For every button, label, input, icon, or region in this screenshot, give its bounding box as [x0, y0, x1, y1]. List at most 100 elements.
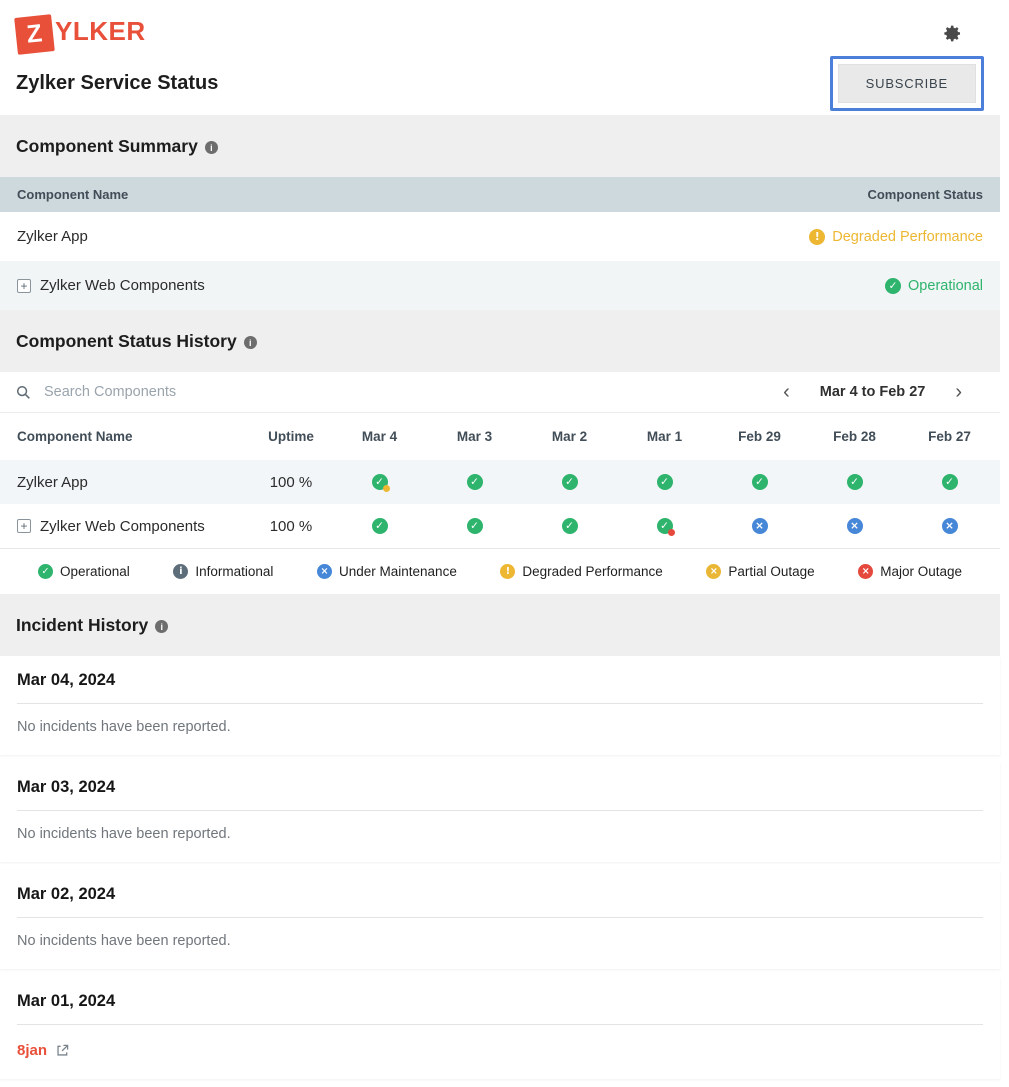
day-status-cell[interactable]: ×: [807, 518, 902, 534]
status-legend: ✓ Operational iInformational × Under Mainten…: [0, 548, 1000, 594]
operational-status-icon: ✓: [885, 278, 901, 294]
legend-label: Under Maintenance: [339, 564, 457, 579]
summary-table-header: Component Name Component Status: [0, 177, 1000, 212]
operational-status-icon: ✓: [38, 564, 53, 579]
incident-day-card: Mar 03, 2024No incidents have been repor…: [0, 763, 1000, 862]
incident-history-title: Incident History: [16, 615, 148, 636]
history-row: Zylker App100 %✓✓✓✓✓✓✓: [0, 460, 1000, 504]
day-status-cell[interactable]: ✓: [522, 518, 617, 534]
legend-label: Major Outage: [880, 564, 962, 579]
legend-label: Partial Outage: [728, 564, 814, 579]
day-status-cell[interactable]: ✓: [427, 518, 522, 534]
maintenance-status-icon: ×: [942, 518, 958, 534]
summary-row: + Zylker Web Components ✓ Operational: [0, 261, 1000, 310]
operational-status-icon: ✓: [467, 474, 483, 490]
zylker-logo: Z YLKER: [16, 12, 146, 56]
no-incident-text: No incidents have been reported.: [17, 826, 983, 842]
day-status-cell[interactable]: ✓: [427, 474, 522, 490]
operational-status-icon: ✓: [372, 518, 388, 534]
subscribe-focus-ring: SUBSCRIBE: [830, 56, 984, 111]
legend-item: ✓ Operational: [38, 564, 130, 579]
history-col-day: Mar 2: [522, 429, 617, 444]
maintenance-status-icon: ×: [847, 518, 863, 534]
component-name: Zylker Web Components: [40, 518, 205, 535]
component-name: Zylker Web Components: [40, 277, 205, 294]
info-icon[interactable]: i: [244, 336, 257, 349]
maintenance-status-icon: ×: [317, 564, 332, 579]
incident-date: Mar 02, 2024: [17, 885, 983, 917]
day-status-cell[interactable]: ×: [902, 518, 997, 534]
expand-icon[interactable]: +: [17, 519, 31, 533]
operational-status-icon: ✓: [562, 518, 578, 534]
day-status-cell[interactable]: ✓: [807, 474, 902, 490]
expand-icon[interactable]: +: [17, 279, 31, 293]
degraded-status-icon: !: [500, 564, 515, 579]
operational-status-icon: ✓: [752, 474, 768, 490]
no-incident-text: No incidents have been reported.: [17, 719, 983, 735]
history-col-day: Mar 1: [617, 429, 712, 444]
major-status-icon: ×: [858, 564, 873, 579]
incident-date: Mar 04, 2024: [17, 671, 983, 703]
subscribe-button[interactable]: SUBSCRIBE: [838, 64, 976, 103]
operational-status-icon: ✓: [562, 474, 578, 490]
uptime-value: 100 %: [250, 474, 332, 491]
operational-status-icon: ✓: [467, 518, 483, 534]
info-icon[interactable]: i: [155, 620, 168, 633]
legend-item: × Partial Outage: [706, 564, 814, 579]
logo-text: YLKER: [55, 16, 146, 47]
component-summary-header: Component Summary i: [0, 115, 1000, 177]
status-page: Z YLKER Zylker Service Status SUBSCRIBE …: [0, 0, 1000, 1079]
major-dot-icon: [668, 529, 675, 536]
summary-row: Zylker App! Degraded Performance: [0, 212, 1000, 261]
history-col-day: Feb 27: [902, 429, 997, 444]
day-status-cell[interactable]: ✓: [522, 474, 617, 490]
summary-table-body: Zylker App! Degraded Performance + Zylker W…: [0, 212, 1000, 310]
day-status-cell[interactable]: ✓: [332, 474, 427, 490]
history-table-header: Component Name Uptime Mar 4Mar 3Mar 2Mar…: [0, 413, 1000, 460]
date-navigator: ‹ Mar 4 to Feb 27 ›: [779, 382, 1000, 402]
legend-item: iInformational: [173, 564, 273, 579]
uptime-value: 100 %: [250, 518, 332, 535]
settings-gear-icon[interactable]: [943, 24, 962, 43]
summary-col-status: Component Status: [867, 187, 983, 202]
day-status-cell[interactable]: ✓: [332, 518, 427, 534]
next-date-chevron-icon[interactable]: ›: [951, 382, 966, 402]
day-status-cell[interactable]: ✓: [617, 518, 712, 534]
partial-status-icon: ×: [706, 564, 721, 579]
summary-col-name: Component Name: [17, 187, 128, 202]
history-col-day: Mar 3: [427, 429, 522, 444]
legend-item: ! Degraded Performance: [500, 564, 662, 579]
history-table: Component Name Uptime Mar 4Mar 3Mar 2Mar…: [0, 413, 1000, 548]
component-status-label: Degraded Performance: [832, 229, 983, 245]
component-name: Zylker App: [17, 474, 88, 491]
logo-tile: Z: [14, 14, 55, 55]
search-input[interactable]: [44, 384, 779, 400]
day-status-cell[interactable]: ✓: [712, 474, 807, 490]
degraded-status-icon: !: [809, 229, 825, 245]
operational-status-icon: ✓: [847, 474, 863, 490]
history-col-day: Feb 29: [712, 429, 807, 444]
prev-date-chevron-icon[interactable]: ‹: [779, 382, 794, 402]
status-history-card: ‹ Mar 4 to Feb 27 › Component Name Uptim…: [0, 372, 1000, 594]
incident-day-card: Mar 04, 2024 No incidents have been repor…: [0, 656, 1000, 755]
component-name: Zylker App: [17, 228, 88, 245]
no-incident-text: No incidents have been reported.: [17, 933, 983, 949]
legend-item: × Under Maintenance: [317, 564, 457, 579]
day-status-cell[interactable]: ✓: [617, 474, 712, 490]
incident-link[interactable]: 8jan: [17, 1042, 47, 1059]
history-row: +Zylker Web Components100 %✓✓✓✓×××: [0, 504, 1000, 548]
degraded-dot-icon: [383, 485, 390, 492]
component-summary-title: Component Summary: [16, 136, 198, 157]
legend-item: × Major Outage: [858, 564, 962, 579]
component-status-label: Operational: [908, 278, 983, 294]
legend-label: Operational: [60, 564, 130, 579]
day-status-cell[interactable]: ×: [712, 518, 807, 534]
history-col-uptime: Uptime: [250, 429, 332, 444]
legend-label: Degraded Performance: [522, 564, 662, 579]
info-icon[interactable]: i: [205, 141, 218, 154]
day-status-cell[interactable]: ✓: [902, 474, 997, 490]
incident-day-card: Mar 01, 20248jan: [0, 977, 1000, 1079]
incident-card-list: Mar 04, 2024 No incidents have been repor…: [0, 656, 1000, 1079]
external-link-icon[interactable]: [56, 1044, 69, 1057]
incident-day-card: Mar 02, 2024 No incidents have been repor…: [0, 870, 1000, 969]
